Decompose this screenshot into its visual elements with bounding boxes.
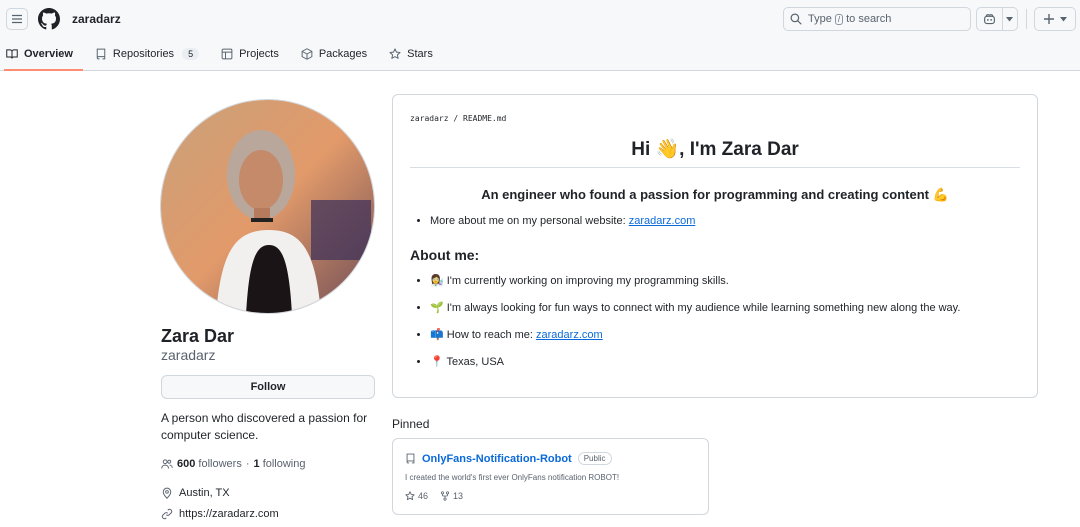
pinned-repo-stats: 46 13	[405, 491, 463, 501]
top-header: zaradarz Type / to search Overview Repos…	[0, 0, 1080, 71]
follow-button[interactable]: Follow	[161, 375, 375, 399]
copilot-button[interactable]	[976, 7, 1018, 31]
location-icon	[162, 487, 172, 499]
list-item: 👩‍🔬 I'm currently working on improving m…	[430, 274, 960, 288]
readme-intro-list: More about me on my personal website: za…	[418, 215, 695, 227]
location-row: Austin, TX	[161, 487, 230, 499]
readme-heading: Hi 👋, I'm Zara Dar	[410, 137, 1020, 168]
readme-path: zaradarz / README.md	[410, 114, 506, 123]
list-item: 📫 How to reach me: zaradarz.com	[430, 328, 960, 342]
readme-path-separator: /	[453, 114, 459, 123]
readme-subtitle: An engineer who found a passion for prog…	[481, 187, 949, 202]
link-icon	[161, 508, 173, 520]
triangle-down-icon	[1059, 16, 1067, 21]
stars-count: 46	[418, 491, 429, 501]
location-text: Austin, TX	[179, 487, 230, 499]
tab-stars[interactable]: Stars	[383, 40, 439, 68]
repo-icon	[96, 48, 106, 60]
pinned-repo-description: I created the world's first ever OnlyFan…	[405, 473, 620, 482]
follow-separator: ·	[245, 458, 250, 470]
tab-label: Packages	[318, 48, 368, 60]
copilot-main[interactable]	[977, 8, 1002, 30]
tab-packages[interactable]: Packages	[295, 40, 373, 68]
copilot-dropdown[interactable]	[1003, 8, 1017, 30]
menu-button[interactable]	[6, 8, 28, 30]
profile-bio: A person who discovered a passion for co…	[161, 411, 368, 442]
triangle-down-icon	[1006, 16, 1014, 21]
followers-label: followers	[198, 458, 242, 470]
copilot-icon	[983, 13, 995, 24]
hamburger-icon	[12, 14, 22, 24]
following-link[interactable]: 1 following	[254, 458, 306, 470]
tab-overview[interactable]: Overview	[0, 40, 83, 71]
create-new-button[interactable]	[1034, 7, 1076, 31]
reach-link[interactable]: zaradarz.com	[536, 329, 603, 341]
following-label: following	[262, 458, 306, 470]
search-suffix: to search	[846, 13, 892, 25]
readme-card: zaradarz / README.md Hi 👋, I'm Zara Dar …	[392, 94, 1038, 398]
intro-text: More about me on my personal website:	[430, 215, 629, 227]
plus-icon	[1043, 14, 1054, 24]
tab-label: Stars	[407, 48, 433, 60]
reach-text: 📫 How to reach me:	[430, 329, 537, 341]
forks-link[interactable]: 13	[440, 491, 463, 501]
package-icon	[301, 48, 313, 60]
search-shortcut-key: /	[834, 13, 844, 25]
repo-count-badge: 5	[182, 48, 200, 60]
fork-icon	[440, 491, 450, 501]
profile-name: Zara Dar	[161, 326, 235, 346]
forks-count: 13	[453, 491, 464, 501]
avatar-photo	[161, 100, 374, 313]
stars-link[interactable]: 46	[405, 491, 428, 501]
tab-projects[interactable]: Projects	[215, 40, 285, 68]
about-heading: About me:	[410, 247, 480, 263]
readme-path-file[interactable]: README.md	[463, 114, 506, 123]
repo-icon	[406, 453, 415, 464]
profile-login: zaradarz	[161, 347, 216, 363]
list-item: 🌱 I'm always looking for fun ways to con…	[430, 301, 960, 315]
search-prefix: Type	[808, 13, 832, 25]
pinned-repo-header: OnlyFans-Notification-Robot Public	[405, 452, 612, 465]
people-icon	[161, 459, 173, 469]
search-icon	[790, 13, 802, 25]
star-icon	[405, 491, 415, 501]
tab-repositories[interactable]: Repositories 5	[89, 40, 205, 68]
profile-tabs: Overview Repositories 5 Projects Package…	[0, 40, 449, 71]
website-row: https://zaradarz.com	[161, 508, 279, 520]
following-count: 1	[253, 458, 260, 470]
list-item: 📍 Texas, USA	[430, 355, 960, 369]
pinned-repo-link[interactable]: OnlyFans-Notification-Robot	[422, 453, 572, 465]
about-list: 👩‍🔬 I'm currently working on improving m…	[418, 274, 960, 369]
website-link[interactable]: zaradarz.com	[629, 215, 696, 227]
pinned-repo-card: OnlyFans-Notification-Robot Public I cre…	[392, 438, 709, 515]
list-item: More about me on my personal website: za…	[430, 215, 695, 227]
book-icon	[6, 49, 18, 59]
table-icon	[221, 48, 233, 60]
visibility-badge: Public	[577, 452, 612, 465]
website-link[interactable]: https://zaradarz.com	[179, 508, 279, 520]
tab-label: Overview	[24, 48, 73, 60]
followers-row: 600 followers · 1 following	[161, 458, 306, 470]
pinned-title: Pinned	[392, 417, 430, 431]
avatar[interactable]	[160, 99, 375, 314]
github-logo-icon[interactable]	[38, 8, 60, 30]
followers-link[interactable]: 600 followers	[177, 458, 242, 470]
search-input[interactable]: Type / to search	[783, 7, 971, 31]
star-icon	[389, 48, 401, 59]
readme-path-user[interactable]: zaradarz	[410, 114, 449, 123]
tab-label: Projects	[239, 48, 279, 60]
tab-label: Repositories	[112, 48, 175, 60]
header-username[interactable]: zaradarz	[72, 12, 121, 26]
followers-count: 600	[177, 458, 196, 470]
